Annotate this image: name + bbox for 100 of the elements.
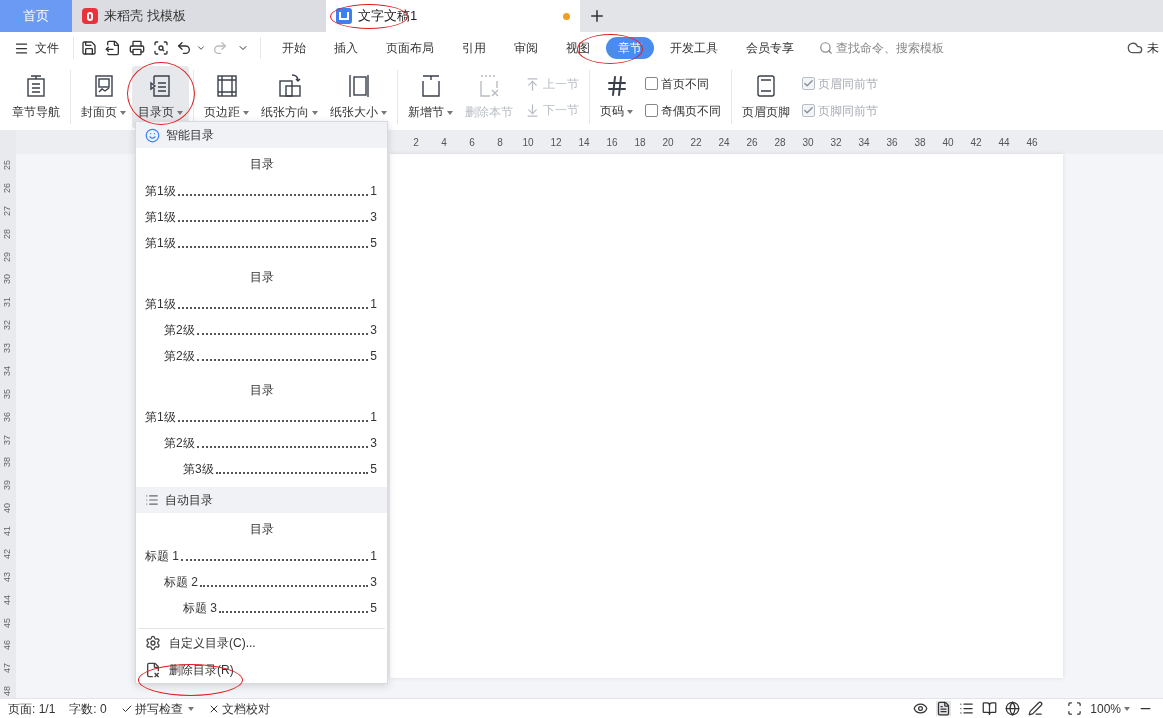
toc-page-number: 5 <box>370 461 377 478</box>
ruler-number: 42 <box>969 135 983 150</box>
ruler-number: 36 <box>885 135 899 150</box>
ruler-number: 38 <box>913 135 927 150</box>
page-view-icon[interactable] <box>936 701 952 716</box>
checkbox-option[interactable]: 首页不同 <box>645 74 721 93</box>
toc-entry-label: 标题 2 <box>164 574 198 591</box>
ruler-number: 28 <box>773 135 787 150</box>
smiley-icon <box>145 127 160 143</box>
toc-entry-label: 标题 1 <box>145 548 179 565</box>
previous-icon <box>525 76 540 92</box>
toc-page-number: 5 <box>370 235 377 252</box>
ribbon-tab[interactable]: 引用 <box>450 37 498 59</box>
export-icon[interactable] <box>105 40 121 56</box>
ruler-number: 10 <box>521 135 535 150</box>
file-menu-button[interactable]: 文件 <box>14 39 69 57</box>
caret-icon <box>187 706 194 711</box>
checkbox[interactable] <box>645 104 658 117</box>
toc-entry-label: 第1级 <box>145 209 176 226</box>
toc-entry-label: 第1级 <box>145 235 176 252</box>
print-icon[interactable] <box>129 40 145 56</box>
ruler-number: 28 <box>1 228 14 239</box>
toc-style-option[interactable]: 目录 第1级 1 第1级 3 第1级 5 <box>136 148 387 261</box>
ruler-number: 27 <box>1 205 14 216</box>
spell-check-button[interactable]: 拼写检查 <box>120 699 194 718</box>
toc-page-number: 1 <box>370 409 377 426</box>
save-icon[interactable] <box>81 40 97 56</box>
ruler-number: 43 <box>1 571 14 582</box>
toc-page-number: 3 <box>370 574 377 591</box>
toc-page-number: 5 <box>370 348 377 365</box>
ruler-number: 22 <box>689 135 703 150</box>
toc-style-option[interactable]: 目录 第1级 1 第2级 3 第2级 5 <box>136 261 387 374</box>
preview-icon[interactable] <box>153 40 169 56</box>
toc-entry-label: 第1级 <box>145 183 176 200</box>
cloud-status: 未 <box>1147 40 1159 57</box>
ribbon-button[interactable]: 新增节 <box>402 66 459 128</box>
ruler-number: 37 <box>1 434 14 445</box>
ruler-number: 39 <box>1 480 14 491</box>
zoom-level-button[interactable]: 100% <box>1090 699 1130 718</box>
ruler-number: 34 <box>857 135 871 150</box>
ruler-number: 26 <box>1 182 14 193</box>
ruler-number: 29 <box>1 251 14 262</box>
toc-page-number: 3 <box>370 322 377 339</box>
ruler-number: 4 <box>440 135 448 150</box>
ruler-number: 18 <box>633 135 647 150</box>
toc-page-number: 3 <box>370 209 377 226</box>
toc-style-option[interactable]: 目录 第1级 1 第2级 3 第3级 5 <box>136 374 387 487</box>
ribbon-button[interactable]: 页眉页脚 <box>736 66 796 128</box>
checkbox[interactable] <box>645 77 658 90</box>
document-tab[interactable]: 来稻壳 找模板 <box>72 0 326 32</box>
delete-document-icon <box>145 661 161 678</box>
caret-icon <box>1124 706 1130 711</box>
toc-entry-label: 第1级 <box>145 409 176 426</box>
undo-icon[interactable] <box>176 40 192 56</box>
ribbon-tab[interactable]: 审阅 <box>502 37 550 59</box>
ruler-number: 46 <box>1 640 14 651</box>
checkbox-option[interactable]: 奇偶页不同 <box>645 101 721 120</box>
ruler-number: 6 <box>468 135 476 150</box>
web-view-icon[interactable] <box>1005 701 1021 716</box>
proofread-button[interactable]: 文档校对 <box>207 699 270 718</box>
command-search-field[interactable]: 查找命令、搜索模板 <box>819 39 944 57</box>
ruler-number: 47 <box>1 663 14 674</box>
outline-view-icon[interactable] <box>959 701 975 716</box>
menu-item[interactable]: 自定义目录(C)... <box>136 629 387 656</box>
ruler-number: 38 <box>1 457 14 468</box>
check-icon <box>803 78 814 89</box>
ruler-number: 32 <box>829 135 843 150</box>
toc-page-number: 1 <box>370 296 377 313</box>
chevron-icon[interactable] <box>196 43 206 53</box>
pen-icon[interactable] <box>1028 701 1044 716</box>
eye-icon[interactable] <box>913 701 929 716</box>
ruler-number: 45 <box>1 617 14 628</box>
ruler-number: 24 <box>717 135 731 150</box>
check-icon <box>803 105 814 116</box>
ruler-number: 33 <box>1 342 14 353</box>
fit-icon[interactable] <box>1067 701 1083 716</box>
ribbon-button[interactable]: 章节导航 <box>6 66 66 128</box>
ruler-number: 30 <box>801 135 815 150</box>
ribbon-tab[interactable]: 会员专享 <box>734 37 806 59</box>
ribbon-button[interactable]: 目录页 <box>132 66 189 128</box>
search-icon <box>819 41 833 55</box>
ruler-number: 8 <box>496 135 504 150</box>
ribbon-tab[interactable]: 页面布局 <box>374 37 446 59</box>
ribbon-tab[interactable]: 视图 <box>554 37 602 59</box>
ruler-number: 44 <box>1 594 14 605</box>
word-count: 字数: 0 <box>69 700 107 718</box>
ruler-number: 26 <box>745 135 759 150</box>
ruler-number: 35 <box>1 388 14 399</box>
book-view-icon[interactable] <box>982 701 998 716</box>
ribbon-button[interactable]: 封面页 <box>75 66 132 128</box>
ruler-number: 20 <box>661 135 675 150</box>
ribbon-button[interactable]: 页码 <box>594 66 639 128</box>
plus-icon <box>588 7 606 25</box>
ribbon-tab[interactable]: 开始 <box>270 37 318 59</box>
ribbon-tab[interactable]: 插入 <box>322 37 370 59</box>
ruler-number: 46 <box>1025 135 1039 150</box>
orientation-icon <box>276 73 303 99</box>
toc-style-option[interactable]: 目录 标题 1 1 标题 2 3 标题 3 5 <box>136 513 387 626</box>
ribbon-tab[interactable]: 开发工具 <box>658 37 730 59</box>
ruler-number: 25 <box>1 159 14 170</box>
